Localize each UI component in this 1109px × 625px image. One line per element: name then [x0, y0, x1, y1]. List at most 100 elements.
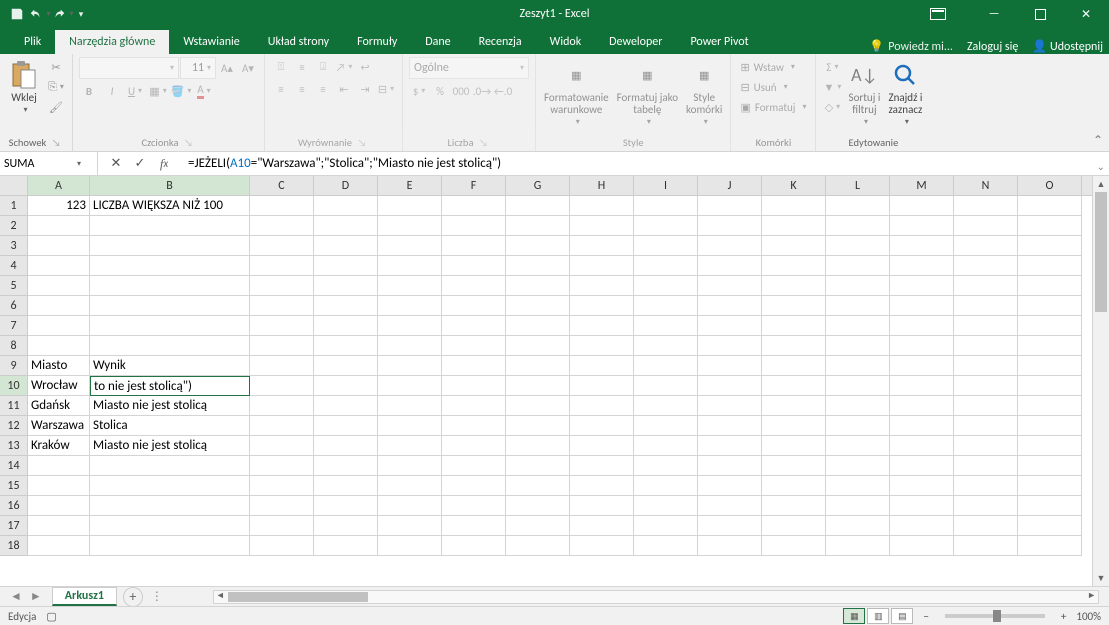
cell[interactable] — [954, 276, 1018, 296]
cell[interactable] — [698, 356, 762, 376]
clear-icon[interactable]: ◇▾ — [822, 97, 842, 117]
horizontal-scrollbar[interactable] — [213, 590, 1099, 604]
cell[interactable] — [762, 336, 826, 356]
cell[interactable] — [890, 296, 954, 316]
cell[interactable] — [250, 416, 314, 436]
cell[interactable] — [826, 216, 890, 236]
cell[interactable] — [762, 536, 826, 556]
cell[interactable] — [506, 476, 570, 496]
cell[interactable] — [762, 416, 826, 436]
cell[interactable] — [826, 336, 890, 356]
cell[interactable] — [250, 536, 314, 556]
cell[interactable] — [890, 476, 954, 496]
cell[interactable] — [314, 256, 378, 276]
cell[interactable] — [1018, 516, 1082, 536]
column-header[interactable]: D — [314, 176, 378, 195]
cell[interactable] — [954, 416, 1018, 436]
cell[interactable] — [506, 196, 570, 216]
tab-review[interactable]: Recenzja — [465, 30, 536, 54]
row-header[interactable]: 16 — [0, 496, 28, 516]
cell[interactable] — [826, 456, 890, 476]
cell[interactable] — [378, 236, 442, 256]
delete-cells-button[interactable]: ⊟Usuń▾ — [737, 77, 790, 97]
cell[interactable] — [954, 476, 1018, 496]
cell[interactable] — [570, 536, 634, 556]
cell[interactable] — [314, 336, 378, 356]
cell[interactable] — [826, 376, 890, 396]
cell[interactable] — [506, 216, 570, 236]
cell[interactable] — [442, 436, 506, 456]
cell[interactable] — [250, 476, 314, 496]
cell[interactable] — [1018, 196, 1082, 216]
dialog-launcher-icon[interactable]: ↘ — [476, 135, 490, 149]
align-center-icon[interactable]: ≡ — [292, 79, 312, 99]
cell[interactable] — [570, 436, 634, 456]
cell[interactable] — [634, 256, 698, 276]
tab-data[interactable]: Dane — [411, 30, 464, 54]
cell[interactable] — [634, 456, 698, 476]
scroll-down-icon[interactable]: ▼ — [1093, 570, 1109, 586]
sheet-nav-buttons[interactable]: ◄► — [0, 589, 52, 604]
cell[interactable] — [378, 476, 442, 496]
cell[interactable] — [826, 196, 890, 216]
cell[interactable] — [634, 376, 698, 396]
row-header[interactable]: 18 — [0, 536, 28, 556]
cell[interactable] — [314, 216, 378, 236]
cell[interactable]: Wynik — [90, 356, 250, 376]
cell[interactable] — [250, 516, 314, 536]
cut-icon[interactable]: ✂ — [46, 57, 66, 77]
tab-file[interactable]: Plik — [10, 30, 55, 54]
vertical-scrollbar[interactable]: ▲ ▼ — [1092, 176, 1109, 586]
cell[interactable] — [570, 236, 634, 256]
cell[interactable] — [698, 236, 762, 256]
cell[interactable] — [314, 356, 378, 376]
cell[interactable] — [314, 236, 378, 256]
undo-icon[interactable]: ▾ — [29, 3, 51, 25]
row-header[interactable]: 5 — [0, 276, 28, 296]
cell[interactable] — [250, 496, 314, 516]
cell[interactable] — [1018, 416, 1082, 436]
cell[interactable] — [954, 496, 1018, 516]
tab-insert[interactable]: Wstawianie — [169, 30, 253, 54]
row-header[interactable]: 13 — [0, 436, 28, 456]
underline-icon[interactable]: U▾ — [125, 81, 145, 101]
cell[interactable] — [28, 216, 90, 236]
cell[interactable] — [1018, 356, 1082, 376]
cell[interactable] — [442, 316, 506, 336]
cell[interactable] — [954, 216, 1018, 236]
align-right-icon[interactable]: ≡ — [313, 79, 333, 99]
cell[interactable] — [378, 516, 442, 536]
cell[interactable] — [890, 396, 954, 416]
cell[interactable] — [890, 376, 954, 396]
cell[interactable] — [634, 196, 698, 216]
decrease-indent-icon[interactable]: ⇤ — [334, 79, 354, 99]
conditional-formatting-button[interactable]: ▦Formatowanie warunkowe▾ — [542, 57, 611, 129]
cell[interactable] — [634, 536, 698, 556]
cell[interactable] — [314, 196, 378, 216]
cell[interactable] — [954, 376, 1018, 396]
cell[interactable] — [890, 316, 954, 336]
share-button[interactable]: 👤 Udostępnij — [1032, 39, 1103, 54]
new-sheet-button[interactable]: + — [123, 587, 143, 607]
enter-edit-icon[interactable]: ✓ — [128, 154, 152, 174]
row-header[interactable]: 7 — [0, 316, 28, 336]
tab-split-handle[interactable]: ⋮ — [143, 589, 173, 604]
cell[interactable] — [506, 456, 570, 476]
align-left-icon[interactable]: ≡ — [271, 79, 291, 99]
cell[interactable] — [954, 256, 1018, 276]
format-painter-icon[interactable]: 🖌 — [46, 97, 66, 117]
cell[interactable] — [954, 236, 1018, 256]
cell[interactable] — [1018, 496, 1082, 516]
cell[interactable] — [698, 296, 762, 316]
cell[interactable] — [570, 516, 634, 536]
column-header[interactable]: H — [570, 176, 634, 195]
normal-view-icon[interactable]: ▦ — [843, 608, 865, 624]
cell[interactable] — [762, 476, 826, 496]
cell[interactable] — [954, 396, 1018, 416]
cell[interactable] — [314, 536, 378, 556]
page-layout-view-icon[interactable]: ▥ — [867, 608, 889, 624]
cell[interactable] — [698, 456, 762, 476]
cell[interactable] — [826, 476, 890, 496]
cell[interactable] — [378, 216, 442, 236]
cell[interactable] — [826, 416, 890, 436]
